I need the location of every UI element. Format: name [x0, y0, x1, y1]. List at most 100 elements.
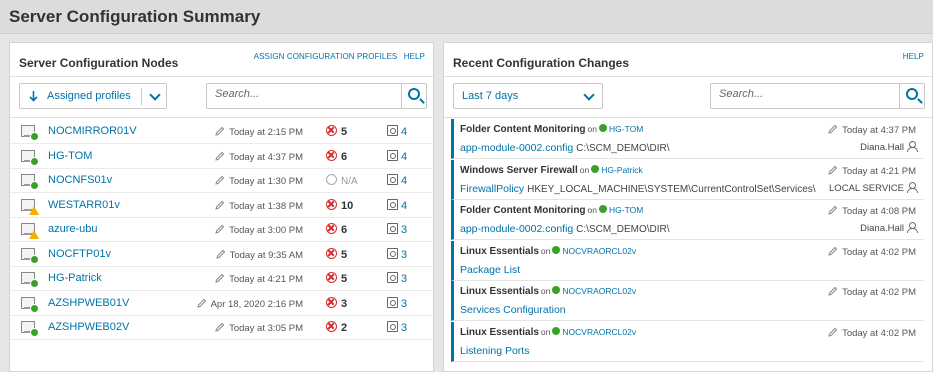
changed-element-path: C:\SCM_DEMO\DIR\ [576, 224, 670, 235]
change-count[interactable]: 5 [326, 272, 347, 285]
profile-name: Folder Content Monitoring [460, 124, 586, 135]
divider [10, 76, 433, 77]
changes-search-button[interactable] [899, 84, 925, 108]
node-name-link[interactable]: HG-Patrick [48, 272, 102, 284]
change-count[interactable]: 2 [326, 321, 347, 334]
nodes-search-button[interactable] [401, 84, 427, 108]
nodes-search-input[interactable] [215, 88, 365, 100]
server-node-icon [21, 296, 39, 313]
change-count-value: 6 [341, 150, 348, 163]
profile-count[interactable]: 3 [387, 247, 407, 261]
pencil-icon [828, 165, 838, 175]
table-row[interactable]: AZSHPWEB01V Apr 18, 2020 2:16 PM 3 3 [10, 292, 433, 316]
profile-count[interactable]: 3 [387, 272, 407, 285]
node-link[interactable]: NOCVRAORCL02v [562, 246, 636, 256]
changed-element-link[interactable]: Listening Ports [460, 345, 529, 357]
table-row[interactable]: NOCFTP01v Today at 9:35 AM 5 3 [10, 243, 433, 267]
change-count[interactable]: 6 [326, 223, 347, 236]
table-row[interactable]: NOCMIRROR01V Today at 2:15 PM 5 4 [10, 120, 433, 144]
node-link[interactable]: NOCVRAORCL02v [562, 286, 636, 296]
list-item[interactable]: Linux Essentials on NOCVRAORCL02v Package L… [451, 240, 924, 281]
node-name-link[interactable]: AZSHPWEB01V [48, 297, 129, 309]
change-header: Linux Essentials on NOCVRAORCL02v [460, 326, 636, 338]
profile-count-value: 3 [401, 224, 408, 236]
table-row[interactable]: WESTARR01v Today at 1:38 PM 10 4 [10, 194, 433, 218]
changed-element-link[interactable]: FirewallPolicy [460, 183, 524, 195]
list-item[interactable]: Windows Server Firewall on HG-Patrick Firew… [451, 159, 924, 200]
profile-count[interactable]: 3 [387, 321, 407, 334]
changes-help-link[interactable]: HELP [903, 52, 924, 61]
sort-dropdown[interactable]: Assigned profiles [19, 83, 167, 109]
table-row[interactable]: HG-TOM Today at 4:37 PM 6 4 [10, 145, 433, 169]
list-item[interactable]: Folder Content Monitoring on HG-TOM app-mod… [451, 200, 924, 240]
up-status-icon [552, 286, 561, 294]
changed-element-link[interactable]: Services Configuration [460, 304, 566, 316]
node-name-link[interactable]: HG-TOM [48, 150, 92, 162]
table-row[interactable]: AZSHPWEB02V Today at 3:05 PM 2 3 [10, 316, 433, 340]
node-name-link[interactable]: azure-ubu [48, 223, 98, 235]
change-count-value: 6 [341, 224, 348, 236]
last-change-text: Today at 1:38 PM [229, 200, 303, 212]
node-link[interactable]: HG-TOM [609, 205, 643, 215]
period-dropdown[interactable]: Last 7 days [453, 83, 603, 109]
last-change-text: Today at 9:35 AM [229, 249, 303, 261]
assign-profiles-link[interactable]: ASSIGN CONFIGURATION PROFILES [254, 52, 398, 61]
last-change-time: Today at 4:21 PM [215, 273, 303, 285]
table-row[interactable]: NOCNFS01v Today at 1:30 PM N/A 4 [10, 169, 433, 193]
warning-status-icon [29, 205, 39, 215]
change-count[interactable]: 5 [326, 247, 347, 261]
divider [444, 117, 932, 118]
server-node-icon [21, 198, 39, 215]
pencil-icon [215, 224, 225, 234]
profile-name: Linux Essentials [460, 286, 539, 297]
up-status-icon [30, 328, 39, 337]
changes-panel: Recent Configuration Changes HELP Last 7… [443, 42, 933, 372]
profile-name: Folder Content Monitoring [460, 205, 586, 216]
divider [444, 76, 932, 77]
node-name-link[interactable]: WESTARR01v [48, 199, 120, 211]
changed-element-link[interactable]: app-module-0002.config [460, 223, 573, 235]
profile-count-value: 4 [401, 175, 408, 187]
divider [10, 117, 433, 118]
last-change-text: Today at 3:00 PM [229, 225, 303, 236]
changes-search-input[interactable] [719, 88, 869, 100]
list-item[interactable]: Linux Essentials on NOCVRAORCL02v Listening… [451, 321, 924, 362]
list-item[interactable]: Linux Essentials on NOCVRAORCL02v Services … [451, 281, 924, 321]
nodes-help-link[interactable]: HELP [404, 52, 425, 61]
last-change-text: Today at 4:37 PM [229, 151, 303, 163]
changed-element-link[interactable]: Package List [460, 264, 520, 276]
profile-count[interactable]: 4 [387, 174, 407, 187]
profile-count-value: 4 [401, 199, 408, 212]
list-item[interactable]: Folder Content Monitoring on HG-TOM app-mod… [451, 119, 924, 159]
node-name-link[interactable]: AZSHPWEB02V [48, 321, 129, 333]
on-label: on [587, 124, 598, 134]
last-change-text: Today at 4:21 PM [229, 274, 303, 285]
last-change-time: Today at 3:05 PM [215, 322, 303, 334]
change-detail: Package List [460, 264, 520, 276]
change-count[interactable]: N/A [326, 174, 358, 187]
profile-count[interactable]: 3 [387, 296, 407, 310]
profile-count[interactable]: 3 [387, 223, 407, 236]
profile-count[interactable]: 4 [387, 149, 407, 163]
server-node-icon [21, 223, 39, 239]
node-link[interactable]: HG-Patrick [601, 165, 643, 175]
profile-count[interactable]: 4 [387, 125, 407, 138]
node-name-link[interactable]: NOCFTP01v [48, 248, 111, 260]
change-count[interactable]: 6 [326, 149, 348, 163]
change-count[interactable]: 10 [326, 198, 353, 212]
profile-name: Linux Essentials [460, 245, 539, 257]
warning-status-icon [29, 230, 39, 239]
node-name-link[interactable]: NOCMIRROR01V [48, 125, 137, 137]
on-label: on [540, 245, 551, 256]
table-row[interactable]: azure-ubu Today at 3:00 PM 6 3 [10, 218, 433, 242]
change-count[interactable]: 5 [326, 125, 347, 138]
profile-count[interactable]: 4 [387, 198, 408, 212]
changed-element-link[interactable]: app-module-0002.config [460, 142, 573, 154]
node-link[interactable]: NOCVRAORCL02v [562, 327, 636, 337]
table-row[interactable]: HG-Patrick Today at 4:21 PM 5 3 [10, 267, 433, 291]
search-icon [408, 88, 420, 100]
node-link[interactable]: HG-TOM [609, 124, 643, 134]
node-name-link[interactable]: NOCNFS01v [48, 174, 112, 186]
period-dropdown-label: Last 7 days [462, 90, 519, 102]
change-count[interactable]: 3 [326, 296, 347, 310]
